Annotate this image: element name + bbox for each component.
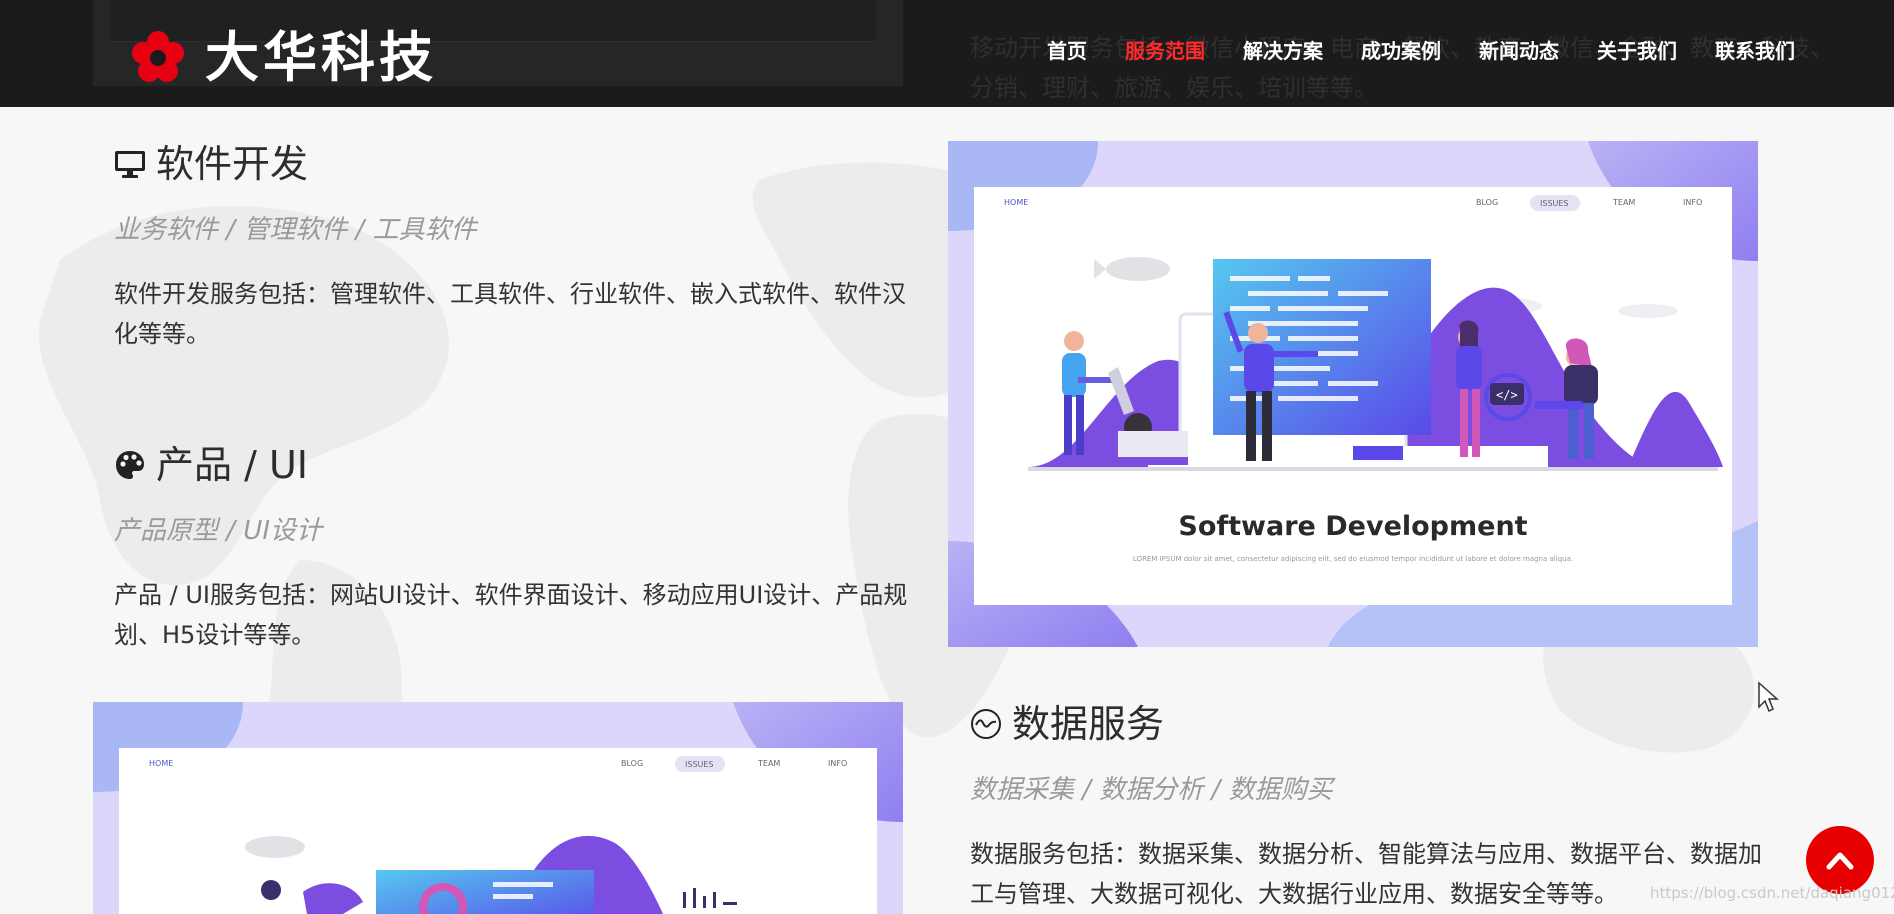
illus-nav-blog: BLOG (1476, 198, 1498, 207)
illus2-nav-info: INFO (828, 759, 847, 768)
illus-nav-info: INFO (1683, 198, 1702, 207)
nav-item-news[interactable]: 新闻动态 (1460, 36, 1578, 66)
illus2-nav-issues: ISSUES (685, 760, 714, 769)
section-title: 数据服务 (970, 700, 1770, 748)
section-subtitle: 业务软件 / 管理软件 / 工具软件 (114, 215, 477, 245)
flower-logo-icon (132, 31, 184, 82)
section-subtitle: 数据采集 / 数据分析 / 数据购买 (970, 775, 1333, 805)
illus-heading: Software Development (1178, 511, 1527, 542)
brand[interactable]: 大华科技 (131, 28, 437, 88)
section-desc: 产品 / UI服务包括：网站UI设计、软件界面设计、移动应用UI设计、产品规划、… (114, 581, 908, 649)
pulse-icon (971, 709, 1001, 739)
section-subtitle: 产品原型 / UI设计 (114, 516, 322, 546)
illus-nav-team: TEAM (1612, 198, 1635, 207)
header-bar: 移动开发服务包括：微信小程序、电商、餐饮、教育、微信、金融、教育、科技、分销、理… (0, 0, 1894, 107)
nav-item-cases[interactable]: 成功案例 (1342, 36, 1460, 66)
illus2-nav-home: HOME (149, 759, 173, 768)
monitor-icon (115, 151, 145, 178)
palette-icon (116, 451, 144, 479)
section-title: 产品 / UI (114, 441, 914, 489)
section-title-text: 软件开发 (156, 142, 309, 186)
illus-caption: LOREM IPSUM dolor sit amet, consectetur … (1133, 555, 1573, 563)
main-nav: 首页 服务范围 解决方案 成功案例 新闻动态 关于我们 联系我们 (1028, 36, 1814, 66)
section-desc: 数据服务包括：数据采集、数据分析、智能算法与应用、数据平台、数据加工与管理、大数… (970, 840, 1762, 908)
section-title-text: 产品 / UI (156, 443, 308, 487)
illus2-nav-team: TEAM (757, 759, 780, 768)
section-title: 软件开发 (114, 140, 914, 188)
software-dev-illustration: HOME BLOG ISSUES TEAM INFO </> Software … (948, 141, 1758, 647)
nav-item-about[interactable]: 关于我们 (1578, 36, 1696, 66)
nav-item-home[interactable]: 首页 (1028, 36, 1106, 66)
illus-nav-issues: ISSUES (1540, 199, 1569, 208)
software-dev-section: 软件开发 业务软件 / 管理软件 / 工具软件 软件开发服务包括：管理软件、工具… (114, 140, 914, 354)
watermark-url: https://blog.csdn.net/daqiang012 (1650, 884, 1894, 902)
chevron-up-icon (1826, 852, 1854, 870)
nav-item-solutions[interactable]: 解决方案 (1224, 36, 1342, 66)
illus-nav-home: HOME (1004, 198, 1028, 207)
svg-text:</>: </> (1496, 388, 1518, 402)
section-desc: 软件开发服务包括：管理软件、工具软件、行业软件、嵌入式软件、软件汉化等等。 (114, 280, 906, 348)
illus2-nav-blog: BLOG (621, 759, 643, 768)
brand-name: 大华科技 (205, 26, 437, 89)
mouse-cursor-icon (1758, 681, 1779, 713)
nav-item-contact[interactable]: 联系我们 (1696, 36, 1814, 66)
nav-item-services[interactable]: 服务范围 (1106, 36, 1224, 66)
data-illustration: HOME BLOG ISSUES TEAM INFO (93, 702, 903, 914)
product-ui-section: 产品 / UI 产品原型 / UI设计 产品 / UI服务包括：网站UI设计、软… (114, 441, 914, 655)
data-service-section: 数据服务 数据采集 / 数据分析 / 数据购买 数据服务包括：数据采集、数据分析… (970, 700, 1770, 914)
section-title-text: 数据服务 (1012, 702, 1165, 746)
